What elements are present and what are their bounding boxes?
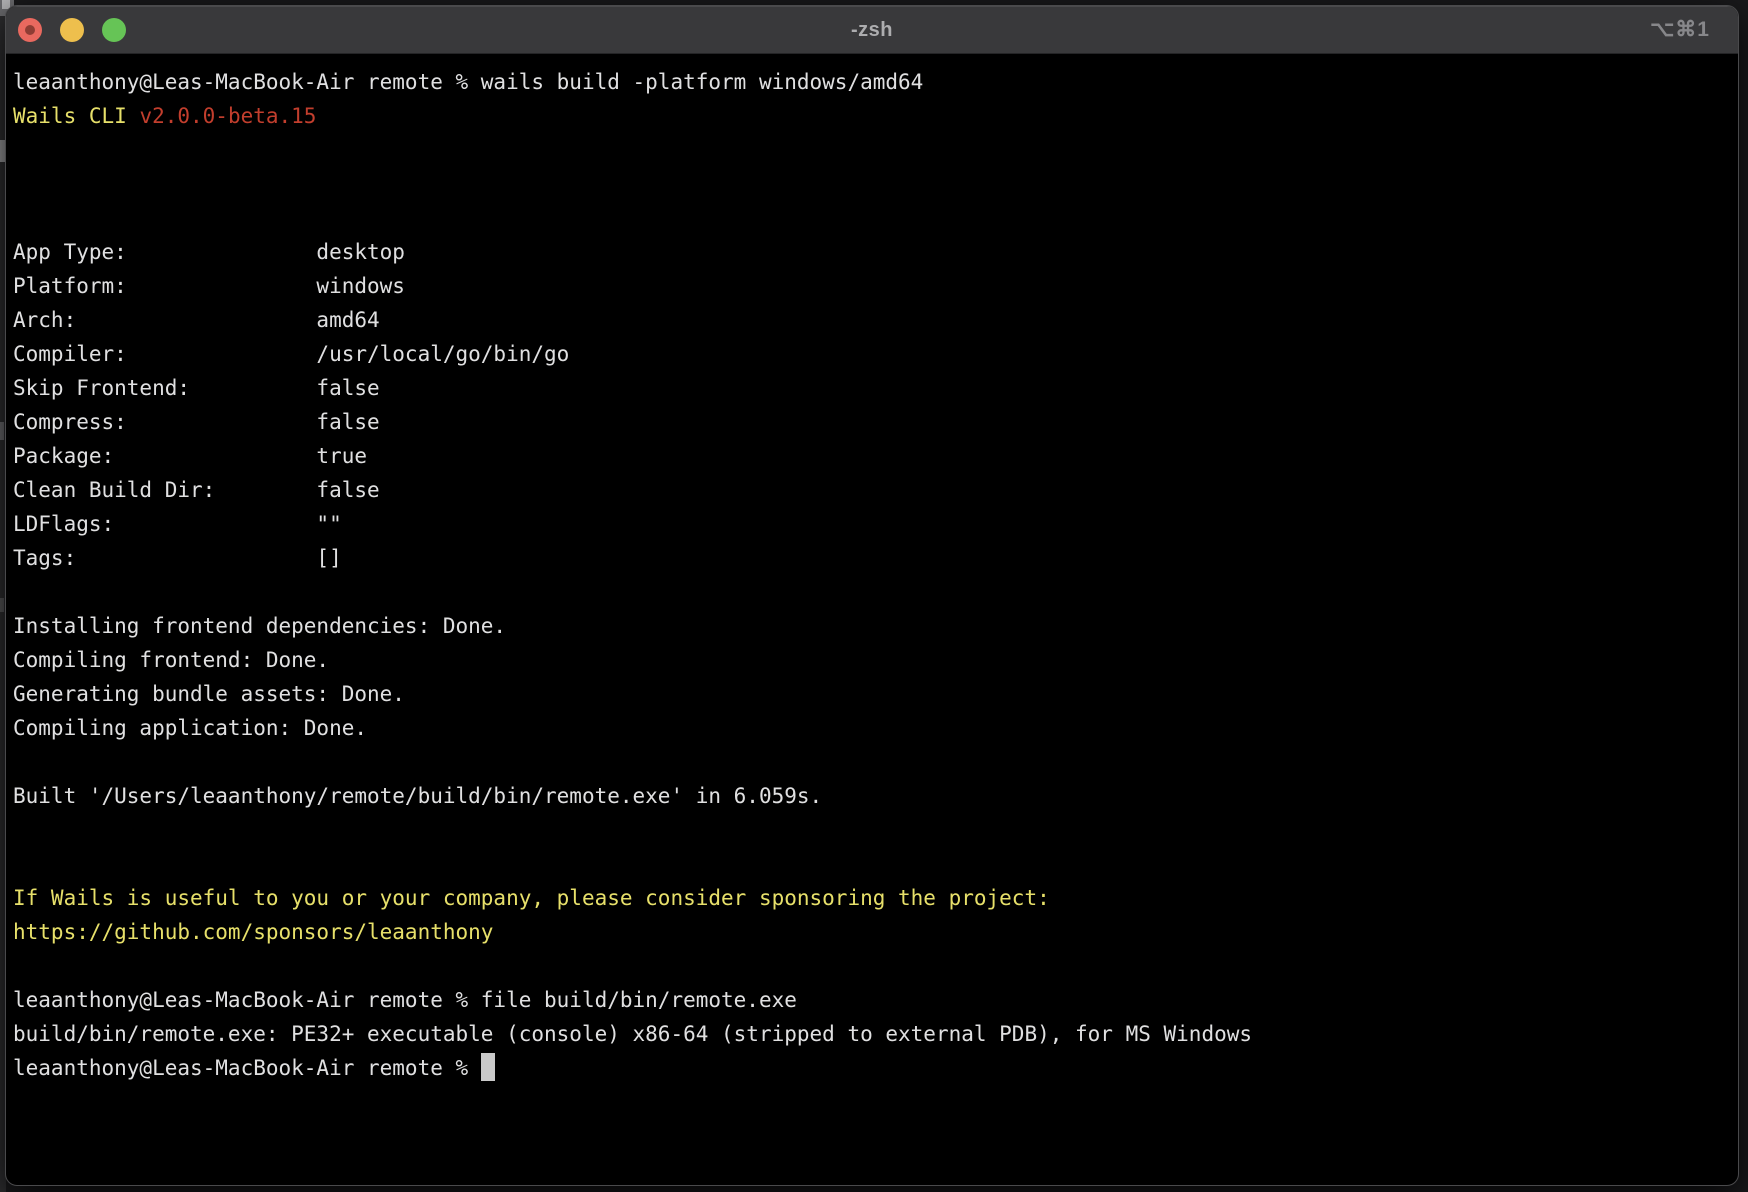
terminal-line (13, 847, 1734, 881)
terminal-output[interactable]: leaanthony@Leas-MacBook-Air remote % wai… (6, 54, 1738, 1085)
close-button[interactable] (18, 18, 42, 42)
terminal-text-segment: Compiling frontend: Done. (13, 648, 329, 672)
terminal-text-segment: If Wails is useful to you or your compan… (13, 886, 1050, 910)
terminal-line: leaanthony@Leas-MacBook-Air remote % fil… (13, 983, 1734, 1017)
edited-indicator-dot (25, 25, 35, 35)
terminal-line: Skip Frontend: false (13, 371, 1734, 405)
terminal-text-segment: Installing frontend dependencies: Done. (13, 614, 506, 638)
terminal-text-segment: Clean Build Dir: false (13, 478, 380, 502)
terminal-line: If Wails is useful to you or your compan… (13, 881, 1734, 915)
terminal-line: App Type: desktop (13, 235, 1734, 269)
terminal-text-segment: Arch: amd64 (13, 308, 380, 332)
terminal-line: Platform: windows (13, 269, 1734, 303)
terminal-window: -zsh ⌥⌘1 leaanthony@Leas-MacBook-Air rem… (5, 5, 1739, 1186)
terminal-text-segment: Platform: windows (13, 274, 405, 298)
terminal-line: Arch: amd64 (13, 303, 1734, 337)
terminal-text-segment: Built '/Users/leaanthony/remote/build/bi… (13, 784, 822, 808)
terminal-line: Installing frontend dependencies: Done. (13, 609, 1734, 643)
window-title: -zsh (6, 6, 1738, 54)
terminal-line: leaanthony@Leas-MacBook-Air remote % (13, 1051, 1734, 1085)
terminal-text-segment: Wails CLI (13, 104, 139, 128)
terminal-line: Generating bundle assets: Done. (13, 677, 1734, 711)
terminal-line: Wails CLI v2.0.0-beta.15 (13, 99, 1734, 133)
window-shortcut-badge: ⌥⌘1 (1650, 6, 1710, 54)
terminal-line: Compress: false (13, 405, 1734, 439)
titlebar[interactable]: -zsh ⌥⌘1 (6, 6, 1738, 54)
terminal-line: https://github.com/sponsors/leaanthony (13, 915, 1734, 949)
terminal-cursor (481, 1053, 495, 1081)
terminal-line: Tags: [] (13, 541, 1734, 575)
terminal-text-segment: Tags: [] (13, 546, 342, 570)
zoom-button[interactable] (102, 18, 126, 42)
terminal-line (13, 201, 1734, 235)
terminal-text-segment: leaanthony@Leas-MacBook-Air remote % wai… (13, 70, 923, 94)
traffic-lights (6, 18, 126, 42)
terminal-line: Package: true (13, 439, 1734, 473)
terminal-text-segment: build/bin/remote.exe: PE32+ executable (… (13, 1022, 1252, 1046)
background-window-fragment (0, 598, 4, 612)
terminal-text-segment: leaanthony@Leas-MacBook-Air remote % fil… (13, 988, 797, 1012)
terminal-text-segment: Compiling application: Done. (13, 716, 367, 740)
terminal-line: Compiler: /usr/local/go/bin/go (13, 337, 1734, 371)
terminal-line (13, 167, 1734, 201)
terminal-line: LDFlags: "" (13, 507, 1734, 541)
terminal-text-segment: App Type: desktop (13, 240, 405, 264)
terminal-text-segment: Compress: false (13, 410, 380, 434)
terminal-text-segment: LDFlags: "" (13, 512, 342, 536)
terminal-line: Compiling application: Done. (13, 711, 1734, 745)
terminal-text-segment: Compiler: /usr/local/go/bin/go (13, 342, 569, 366)
terminal-line (13, 745, 1734, 779)
terminal-text-segment: v2.0.0-beta.15 (139, 104, 316, 128)
terminal-line: build/bin/remote.exe: PE32+ executable (… (13, 1017, 1734, 1051)
terminal-line (13, 949, 1734, 983)
terminal-line (13, 813, 1734, 847)
terminal-text-segment: Package: true (13, 444, 367, 468)
terminal-line (13, 133, 1734, 167)
background-window-fragment (0, 422, 4, 440)
terminal-text-segment: Skip Frontend: false (13, 376, 380, 400)
minimize-button[interactable] (60, 18, 84, 42)
terminal-line: Built '/Users/leaanthony/remote/build/bi… (13, 779, 1734, 813)
terminal-line: Clean Build Dir: false (13, 473, 1734, 507)
terminal-text-segment: Generating bundle assets: Done. (13, 682, 405, 706)
terminal-text-segment: https://github.com/sponsors/leaanthony (13, 920, 493, 944)
terminal-line: Compiling frontend: Done. (13, 643, 1734, 677)
terminal-line (13, 575, 1734, 609)
terminal-text-segment: leaanthony@Leas-MacBook-Air remote % (13, 1056, 481, 1080)
terminal-line: leaanthony@Leas-MacBook-Air remote % wai… (13, 65, 1734, 99)
